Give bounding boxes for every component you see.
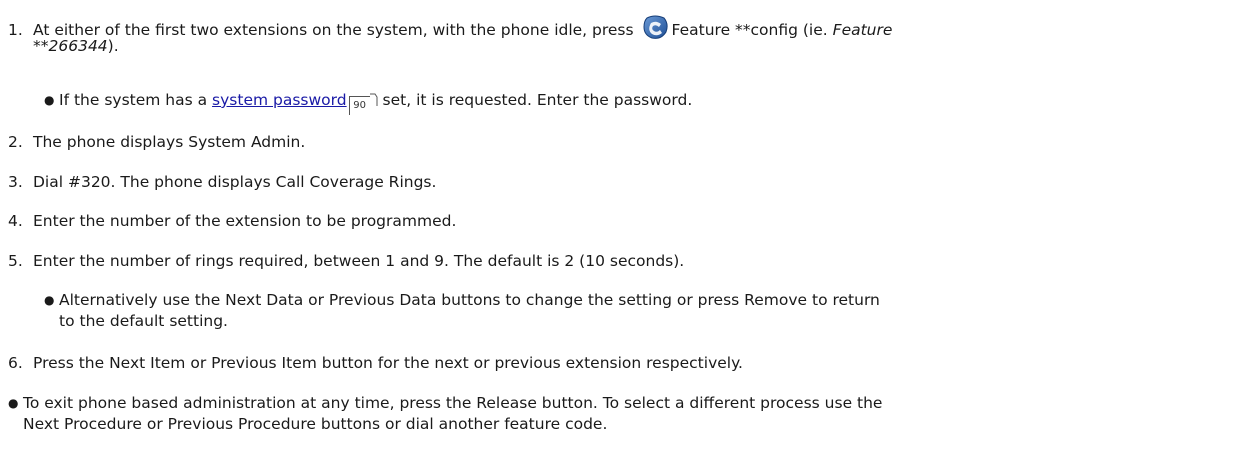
bullet-icon: ● xyxy=(44,93,55,107)
step-number: 1. xyxy=(8,21,23,39)
step-number: 4. xyxy=(8,212,23,230)
sub1-post: set, it is requested. Enter the password… xyxy=(382,91,693,109)
step-3-text: Dial #320. The phone displays Call Cover… xyxy=(33,173,437,191)
step-4: 4. Enter the number of the extension to b… xyxy=(8,211,1253,232)
bullet-icon: ● xyxy=(8,396,19,410)
step-2-text: The phone displays System Admin. xyxy=(33,133,306,151)
step-number: 2. xyxy=(8,133,23,151)
step-4-text: Enter the number of the extension to be … xyxy=(33,212,457,230)
step-number: 3. xyxy=(8,173,23,191)
bullet-icon: ● xyxy=(44,293,55,307)
page-reference-number: 90 xyxy=(353,100,366,111)
page-curl-icon xyxy=(369,93,378,106)
step-number: 6. xyxy=(8,354,23,372)
step-3: 3. Dial #320. The phone displays Call Cov… xyxy=(8,172,1253,193)
step-5: 5. Enter the number of rings required, be… xyxy=(8,251,1253,272)
note-line-1: To exit phone based administration at an… xyxy=(23,394,883,412)
step-number: 5. xyxy=(8,252,23,270)
step-1-text-end: ). xyxy=(107,37,119,55)
note-line-2: Next Procedure or Previous Procedure but… xyxy=(23,415,608,433)
step-2: 2. The phone displays System Admin. xyxy=(8,132,1253,153)
step-1-text-a: At either of the first two extensions on… xyxy=(33,21,634,39)
feature-key-icon xyxy=(642,15,669,40)
sub5-line-1: Alternatively use the Next Data or Previ… xyxy=(59,291,880,309)
sub1-pre: If the system has a xyxy=(59,91,208,109)
step-1: 1. At either of the first two extensions … xyxy=(8,15,1253,55)
step-6-text: Press the Next Item or Previous Item but… xyxy=(33,354,743,372)
step-1-text-b: Feature **config (ie. xyxy=(671,21,828,39)
step-1-example-feature: Feature xyxy=(832,21,893,39)
step-1-example-code: **266344 xyxy=(33,37,108,55)
system-password-link[interactable]: system password xyxy=(212,91,347,109)
page-reference-icon[interactable]: 90 xyxy=(348,96,370,115)
sub5-line-2: to the default setting. xyxy=(59,312,228,330)
step-5-text: Enter the number of rings required, betw… xyxy=(33,252,685,270)
step-6: 6. Press the Next Item or Previous Item b… xyxy=(8,353,1253,374)
